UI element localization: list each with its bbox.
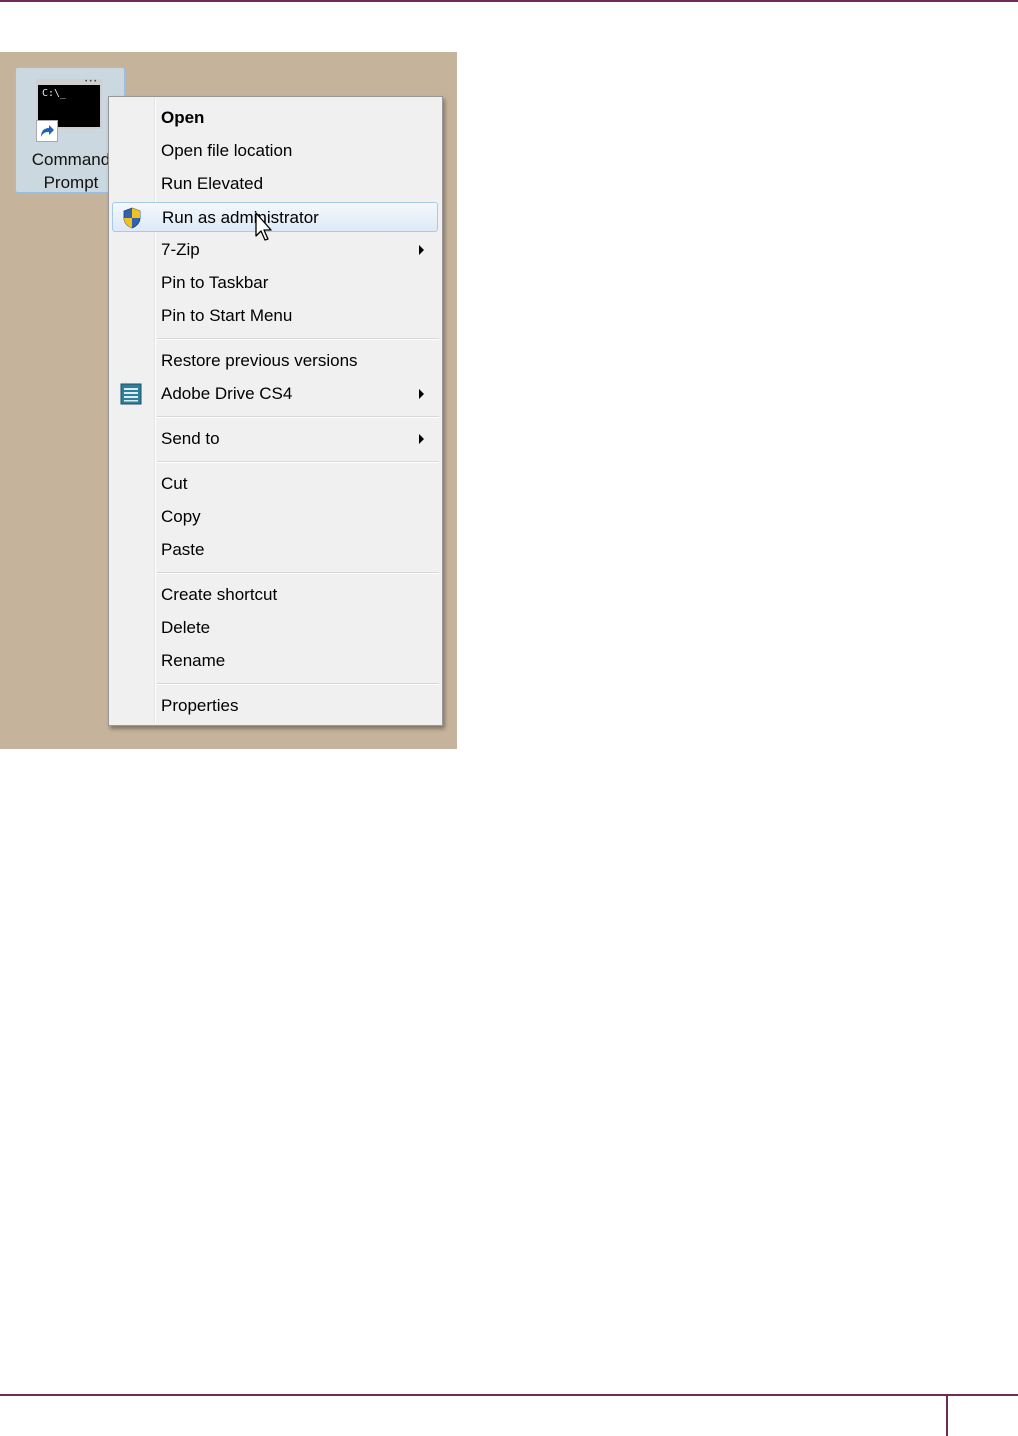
- menu-item-pin-to-start-menu[interactable]: Pin to Start Menu: [112, 301, 438, 331]
- menu-separator: [157, 572, 439, 574]
- menu-item-properties[interactable]: Properties: [112, 691, 438, 721]
- context-menu: Open Open file location Run Elevated Run…: [108, 96, 443, 726]
- menu-item-open[interactable]: Open: [112, 103, 438, 133]
- page-top-rule: [0, 0, 1018, 2]
- mouse-cursor-icon: [255, 212, 272, 241]
- uac-shield-icon: [120, 206, 144, 230]
- desktop-screenshot: ••• C:\_ Command Prompt Open Open file l…: [0, 52, 457, 749]
- menu-separator: [157, 683, 439, 685]
- submenu-arrow-icon: [419, 389, 424, 399]
- menu-item-pin-to-taskbar[interactable]: Pin to Taskbar: [112, 268, 438, 298]
- menu-item-adobe-drive-cs4[interactable]: Adobe Drive CS4: [112, 379, 438, 409]
- console-text: C:\_: [42, 88, 67, 99]
- menu-item-send-to[interactable]: Send to: [112, 424, 438, 454]
- menu-item-open-file-location[interactable]: Open file location: [112, 136, 438, 166]
- menu-item-run-elevated[interactable]: Run Elevated: [112, 169, 438, 199]
- menu-separator: [157, 338, 439, 340]
- menu-item-delete[interactable]: Delete: [112, 613, 438, 643]
- submenu-arrow-icon: [419, 245, 424, 255]
- menu-separator: [157, 461, 439, 463]
- submenu-arrow-icon: [419, 434, 424, 444]
- shortcut-arrow-icon: [36, 120, 58, 142]
- menu-item-restore-previous-versions[interactable]: Restore previous versions: [112, 346, 438, 376]
- menu-item-rename[interactable]: Rename: [112, 646, 438, 676]
- adobe-drive-icon: [119, 382, 143, 406]
- menu-item-cut[interactable]: Cut: [112, 469, 438, 499]
- page-bottom-rule: [0, 1394, 1018, 1396]
- menu-item-copy[interactable]: Copy: [112, 502, 438, 532]
- menu-separator: [157, 416, 439, 418]
- menu-item-paste[interactable]: Paste: [112, 535, 438, 565]
- menu-item-create-shortcut[interactable]: Create shortcut: [112, 580, 438, 610]
- footer-divider: [946, 1396, 948, 1436]
